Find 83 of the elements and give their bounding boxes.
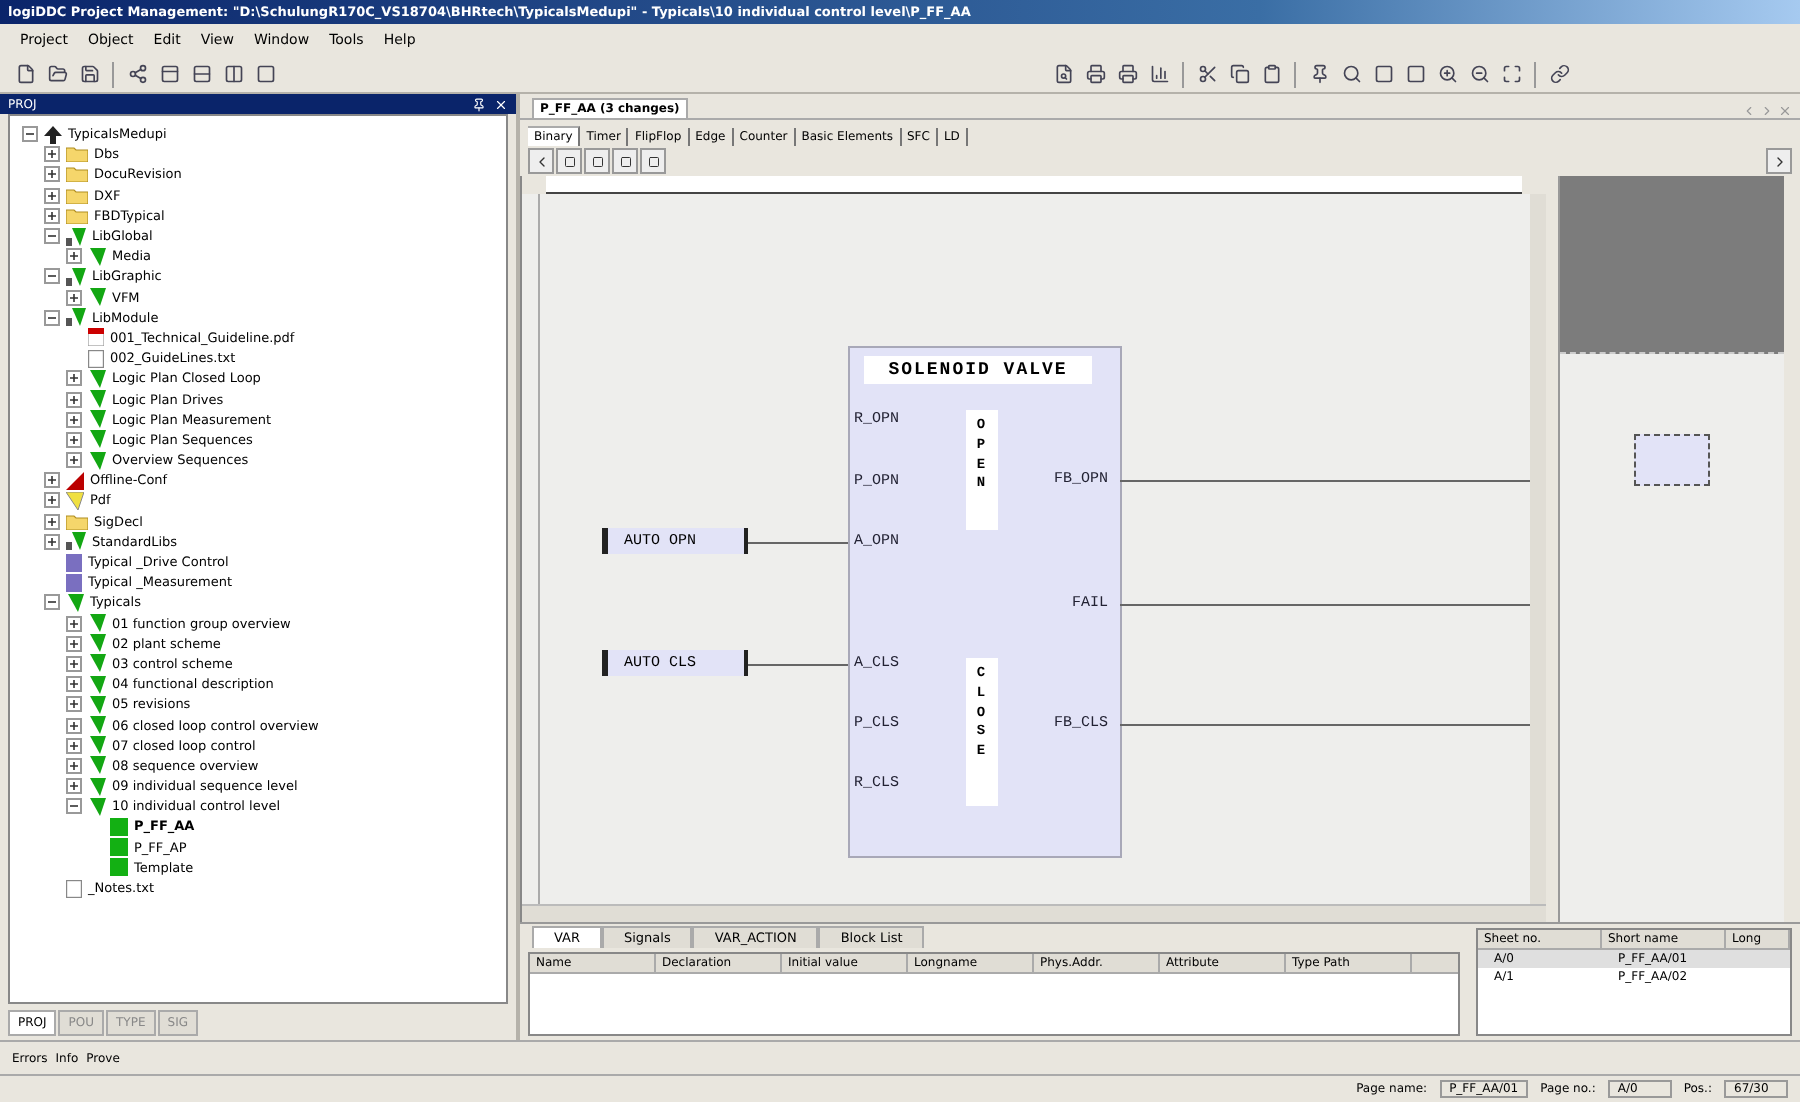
library-icon xyxy=(66,267,86,286)
expand-icon[interactable] xyxy=(66,757,82,774)
folder-icon xyxy=(66,166,88,183)
expand-icon[interactable] xyxy=(66,289,82,306)
expand-icon[interactable] xyxy=(66,696,82,713)
gate-button[interactable] xyxy=(612,148,638,174)
expand-icon[interactable] xyxy=(66,635,82,652)
print-icon[interactable] xyxy=(1114,61,1140,87)
square-icon[interactable] xyxy=(1370,61,1396,87)
open-folder-icon[interactable] xyxy=(44,61,70,87)
right-arrow-button[interactable] xyxy=(1766,148,1792,174)
copy-icon[interactable] xyxy=(1226,61,1252,87)
bar-chart-icon[interactable] xyxy=(1146,61,1172,87)
window-icon[interactable] xyxy=(156,61,182,87)
viewport-frame[interactable] xyxy=(1634,434,1710,486)
text-file-icon xyxy=(88,349,104,368)
folder-icon xyxy=(66,187,88,204)
expand-icon[interactable] xyxy=(66,391,82,408)
square-icon[interactable] xyxy=(1402,61,1428,87)
columns-icon[interactable] xyxy=(220,61,246,87)
library-icon xyxy=(66,532,86,551)
flag-icon xyxy=(88,247,106,266)
expand-icon[interactable] xyxy=(44,166,60,183)
expand-icon[interactable] xyxy=(44,533,60,550)
share-icon[interactable] xyxy=(124,61,150,87)
pin-icon[interactable] xyxy=(472,97,486,111)
gate-button[interactable] xyxy=(640,148,666,174)
rows-icon[interactable] xyxy=(188,61,214,87)
expand-icon[interactable] xyxy=(44,187,60,204)
print-icon[interactable] xyxy=(1082,61,1108,87)
text-file-icon xyxy=(66,879,82,898)
square-icon xyxy=(563,155,575,167)
expand-icon[interactable] xyxy=(66,411,82,428)
pennant-icon xyxy=(66,491,84,510)
search-icon[interactable] xyxy=(1338,61,1364,87)
expand-icon[interactable] xyxy=(44,492,60,509)
collapse-icon[interactable] xyxy=(66,798,82,815)
cut-icon[interactable] xyxy=(1194,61,1220,87)
expand-icon[interactable] xyxy=(66,737,82,754)
wire xyxy=(748,542,848,544)
expand-icon[interactable] xyxy=(66,655,82,672)
expand-icon[interactable] xyxy=(44,472,60,489)
expand-icon[interactable] xyxy=(66,248,82,265)
expand-icon[interactable] xyxy=(44,146,60,163)
expand-icon[interactable] xyxy=(66,778,82,795)
save-icon[interactable] xyxy=(76,61,102,87)
zoom-out-icon[interactable] xyxy=(1466,61,1492,87)
square-icon xyxy=(619,155,631,167)
collapse-icon[interactable] xyxy=(44,594,60,611)
link-icon[interactable] xyxy=(1546,61,1572,87)
folder-icon xyxy=(66,146,88,163)
square-icon xyxy=(591,155,603,167)
wire xyxy=(748,664,848,666)
library-icon xyxy=(66,308,86,327)
maximize-icon[interactable] xyxy=(1498,61,1524,87)
folder-icon xyxy=(66,513,88,530)
table-cell[interactable] xyxy=(1726,950,1790,968)
collapse-icon[interactable] xyxy=(44,268,60,285)
block-title: SOLENOID VALVE xyxy=(864,356,1092,384)
expand-icon[interactable] xyxy=(66,676,82,693)
expand-icon[interactable] xyxy=(44,513,60,530)
header-filler xyxy=(1412,954,1458,974)
expand-icon[interactable] xyxy=(66,452,82,469)
horizontal-scrollbar[interactable] xyxy=(522,904,1546,922)
zoom-in-icon[interactable] xyxy=(1434,61,1460,87)
square-icon xyxy=(647,155,659,167)
gate-button[interactable] xyxy=(556,148,582,174)
tree-root-icon xyxy=(44,125,62,144)
expand-icon[interactable] xyxy=(66,370,82,387)
expand-icon[interactable] xyxy=(66,615,82,632)
triangle-icon xyxy=(66,471,84,490)
collapse-icon[interactable] xyxy=(22,126,38,143)
expand-icon[interactable] xyxy=(44,207,60,224)
square-icon[interactable] xyxy=(252,61,278,87)
collapse-icon[interactable] xyxy=(44,309,60,326)
flag-icon xyxy=(88,288,106,307)
library-icon xyxy=(66,227,86,246)
expand-icon[interactable] xyxy=(66,717,82,734)
collapse-icon[interactable] xyxy=(44,228,60,245)
gate-button[interactable] xyxy=(584,148,610,174)
folder-icon xyxy=(66,207,88,224)
pdf-file-icon xyxy=(88,328,104,347)
expand-icon[interactable] xyxy=(66,431,82,448)
